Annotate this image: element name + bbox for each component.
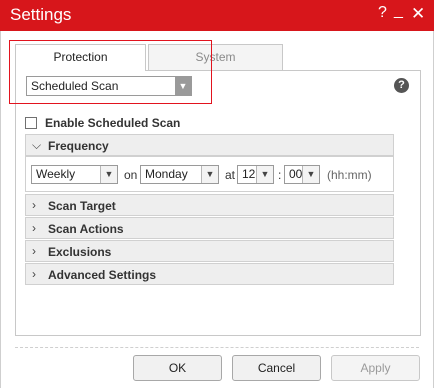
section-scan-actions[interactable]: › Scan Actions [25,217,394,239]
section-advanced-settings[interactable]: › Advanced Settings [25,263,394,285]
question-mark-icon[interactable]: ? [394,78,409,93]
close-icon[interactable]: ✕ [411,4,425,24]
window-title: Settings [10,5,72,24]
at-label: at [225,168,236,182]
chevron-down-icon: ▼ [201,166,218,183]
enable-scheduled-scan-label: Enable Scheduled Scan [45,116,181,130]
hour-select[interactable]: 12 ▼ [237,165,274,184]
ok-button[interactable]: OK [133,355,222,381]
apply-button[interactable]: Apply [331,355,420,381]
minimize-icon[interactable]: _ [394,2,403,20]
chevron-right-icon: › [32,221,36,235]
chevron-right-icon: › [32,198,36,212]
section-scan-actions-label: Scan Actions [48,222,124,236]
section-scan-target[interactable]: › Scan Target [25,194,394,216]
section-advanced-settings-label: Advanced Settings [48,268,157,282]
hour-value: 12 [242,167,256,181]
section-scan-target-label: Scan Target [48,199,116,213]
title-bar: Settings ? _ ✕ [0,0,434,31]
minute-value: 00 [289,167,303,181]
chevron-down-icon: ▼ [302,166,319,183]
section-exclusions[interactable]: › Exclusions [25,240,394,262]
help-icon[interactable]: ? [378,4,387,22]
cancel-button[interactable]: Cancel [232,355,321,381]
section-frequency[interactable]: ⌵ Frequency [25,134,394,156]
frequency-period-select[interactable]: Weekly ▼ [31,165,118,184]
chevron-right-icon: › [32,244,36,258]
chevron-right-icon: › [32,267,36,281]
enable-scheduled-scan-checkbox[interactable] [25,117,37,129]
frequency-period-value: Weekly [36,167,76,181]
section-frequency-label: Frequency [48,139,109,153]
chevron-down-icon: ⌵ [32,138,42,152]
chevron-down-icon: ▼ [100,166,117,183]
on-label: on [124,168,138,182]
time-format-hint: (hh:mm) [327,168,372,182]
frequency-day-select[interactable]: Monday ▼ [140,165,219,184]
tab-system[interactable]: System [148,44,283,71]
chevron-down-icon: ▼ [256,166,273,183]
frequency-day-value: Monday [145,167,188,181]
section-exclusions-label: Exclusions [48,245,112,259]
chevron-down-icon: ▼ [175,77,191,95]
scan-type-value: Scheduled Scan [31,79,119,93]
tab-protection[interactable]: Protection [15,44,146,71]
time-colon: : [278,168,282,182]
scan-type-select[interactable]: Scheduled Scan ▼ [26,76,192,96]
footer-divider [15,347,419,348]
minute-select[interactable]: 00 ▼ [284,165,320,184]
